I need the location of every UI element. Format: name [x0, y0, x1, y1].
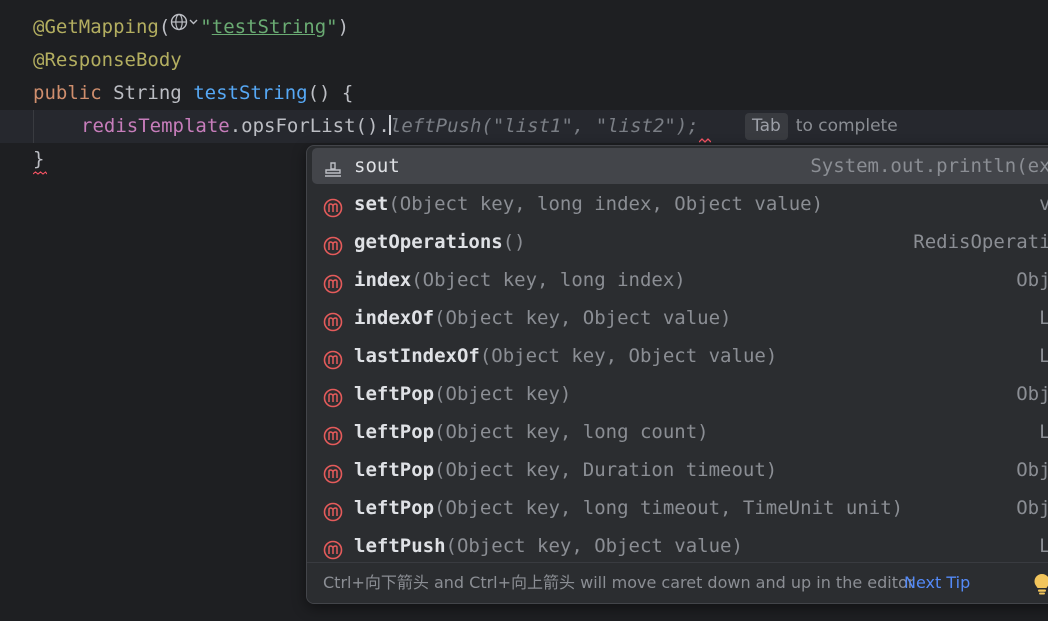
error-squiggle-icon: [698, 138, 711, 143]
method-signature-rest: () {: [307, 82, 354, 104]
code-line-2[interactable]: @ResponseBody: [33, 44, 182, 77]
completion-item[interactable]: leftPush(Object key, Object value) Lo: [312, 528, 1048, 561]
text-caret: [388, 114, 391, 135]
completion-item[interactable]: lastIndexOf(Object key, Object value) Lo: [312, 338, 1048, 374]
completion-item-name: lastIndexOf(Object key, Object value): [354, 338, 777, 374]
next-tip-link[interactable]: Next Tip: [904, 563, 970, 603]
completion-item-params: (Object key, Object value): [445, 535, 743, 557]
quote-close: ": [326, 16, 338, 38]
completion-item-label: leftPop: [354, 421, 435, 443]
completion-item[interactable]: index(Object key, long index) Obje: [312, 262, 1048, 298]
completion-item-type: Lo: [1039, 528, 1048, 561]
completion-item[interactable]: indexOf(Object key, Object value) Lo: [312, 300, 1048, 336]
completion-item-label: indexOf: [354, 307, 435, 329]
completion-item-params: (Object key, long index): [411, 269, 686, 291]
method-icon: [323, 536, 343, 560]
indent-guide: [33, 110, 34, 143]
completion-item-params: (): [502, 231, 526, 253]
code-line-1[interactable]: @GetMapping( "testString"): [33, 11, 349, 44]
completion-item-label: sout: [354, 155, 400, 177]
completion-footer: Ctrl+向下箭头 and Ctrl+向上箭头 will move caret …: [307, 562, 1048, 603]
completion-item-label: leftPop: [354, 459, 435, 481]
completion-item-name: indexOf(Object key, Object value): [354, 300, 732, 336]
method-icon: [323, 194, 343, 218]
completion-item[interactable]: leftPop(Object key) Obje: [312, 376, 1048, 412]
code-line-4[interactable]: redisTemplate.opsForList().leftPush("lis…: [81, 110, 711, 143]
completion-item-type: Obje: [1016, 497, 1048, 519]
completion-item-name: sout: [354, 148, 400, 184]
method-icon: [323, 384, 343, 408]
tab-hint-text: to complete: [795, 116, 898, 136]
warning-squiggle-icon: [33, 171, 47, 175]
method-icon: [323, 422, 343, 446]
method-icon: [323, 270, 343, 294]
completion-item-type: Obje: [1016, 269, 1048, 291]
completion-item[interactable]: leftPop(Object key, long count) Li: [312, 414, 1048, 450]
method-icon: [323, 460, 343, 484]
completion-item[interactable]: leftPop(Object key, Duration timeout) Obj…: [312, 452, 1048, 488]
completion-item-type: Lo: [1039, 338, 1048, 374]
annotation-getmapping: @GetMapping: [33, 16, 159, 38]
completion-item-name: leftPop(Object key, Duration timeout): [354, 452, 777, 488]
completion-item-params: (Object key, Duration timeout): [434, 459, 778, 481]
completion-item-params: (Object key, Object value): [434, 307, 732, 329]
completion-item-params: (Object key, Object value): [479, 345, 778, 367]
completion-item-params: (Object key): [434, 383, 572, 405]
method-icon: [323, 498, 343, 522]
completion-item-name: set(Object key, long index, Object value…: [354, 186, 823, 222]
field-redistemplate: redisTemplate: [81, 115, 230, 137]
globe-icon[interactable]: [170, 9, 200, 42]
code-completion-popup[interactable]: sout System.out.println(exp set(Object key…: [306, 145, 1048, 604]
mapping-path-string[interactable]: testString: [212, 16, 326, 38]
inline-completion-ghost: leftPush("list1", "list2");: [389, 115, 699, 137]
completion-item-params: (Object key, long count): [434, 421, 709, 443]
return-type: String: [113, 82, 182, 104]
completion-item-label: getOperations: [354, 231, 503, 253]
completion-list[interactable]: sout System.out.println(exp set(Object key…: [307, 146, 1048, 561]
completion-item-type: System.out.println(exp: [810, 155, 1048, 177]
completion-item-name: index(Object key, long index): [354, 262, 686, 298]
completion-item-type: RedisOperatio: [913, 231, 1048, 253]
completion-item-name: leftPop(Object key, long timeout, TimeUn…: [354, 490, 903, 526]
completion-item-type: Obje: [1016, 459, 1048, 481]
method-icon: [323, 346, 343, 370]
annotation-responsebody: @ResponseBody: [33, 49, 182, 71]
completion-item-type: Lo: [1039, 300, 1048, 336]
keyword-public: public: [33, 82, 102, 104]
template-stamp-icon: [323, 156, 343, 177]
completion-item-label: set: [354, 193, 389, 215]
completion-item-params: (Object key, long timeout, TimeUnit unit…: [434, 497, 904, 519]
completion-item-name: getOperations(): [354, 224, 526, 260]
completion-item[interactable]: leftPop(Object key, long timeout, TimeUn…: [312, 490, 1048, 526]
paren-open: (: [158, 16, 171, 38]
completion-item-name: leftPop(Object key): [354, 376, 571, 412]
inline-completion-hint: Tab to complete: [745, 113, 898, 140]
completion-item-type: Obje: [1016, 383, 1048, 405]
lightbulb-icon[interactable]: [1033, 573, 1048, 595]
footer-tip-text: Ctrl+向下箭头 and Ctrl+向上箭头 will move caret …: [323, 573, 915, 592]
completion-item-label: lastIndexOf: [354, 345, 480, 367]
method-icon: [323, 232, 343, 256]
method-icon: [323, 308, 343, 332]
paren-close: ): [337, 16, 350, 38]
method-name: testString: [193, 82, 308, 104]
completion-item-type: vo: [1039, 186, 1048, 222]
completion-item-name: leftPush(Object key, Object value): [354, 528, 743, 561]
tab-key-badge: Tab: [745, 113, 788, 140]
completion-item-label: leftPop: [354, 497, 435, 519]
completion-item[interactable]: getOperations() RedisOperatio: [312, 224, 1048, 260]
completion-item[interactable]: set(Object key, long index, Object value…: [312, 186, 1048, 222]
completion-item-label: leftPush: [354, 535, 446, 557]
completion-item-type: Li: [1039, 414, 1048, 450]
completion-item[interactable]: sout System.out.println(exp: [312, 148, 1048, 184]
completion-item-params: (Object key, long index, Object value): [388, 193, 824, 215]
closing-brace: }: [33, 148, 45, 170]
completion-item-label: index: [354, 269, 412, 291]
completion-item-name: leftPop(Object key, long count): [354, 414, 709, 450]
quote-open: ": [200, 16, 212, 38]
call-chain: .opsForList().: [229, 115, 390, 137]
completion-item-label: leftPop: [354, 383, 435, 405]
code-line-3[interactable]: public String testString() {: [33, 77, 353, 110]
